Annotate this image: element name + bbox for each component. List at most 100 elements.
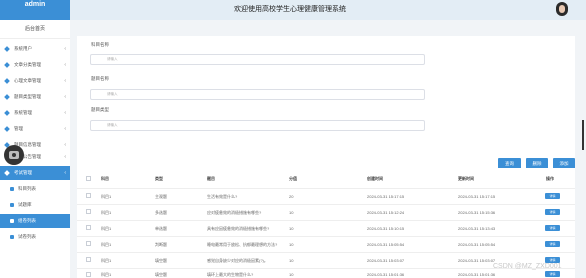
data-table: 科目 类型 题目 分值 创建时间 更新时间 操作 科目1 主观题 生活有效是什么… (77, 168, 575, 278)
sidebar-item-question-types[interactable]: 题目类型管理 ‹ (0, 90, 70, 104)
sidebar-item-label: 题目类型管理 (14, 94, 41, 99)
cell-type: 单选题 (155, 226, 167, 231)
chevron-down-icon: ‹ (64, 110, 66, 116)
cell-subject: 科目1 (101, 194, 112, 199)
cell-created: 2024-03-31 15:01:36 (367, 272, 405, 277)
sidebar-item-system-management[interactable]: 系统管理 ‹ (0, 106, 70, 120)
sidebar-item-system-users[interactable]: 系统用户 ‹ (0, 42, 70, 56)
list-icon (10, 203, 14, 207)
sidebar-item-label: 心理文章管理 (14, 78, 41, 83)
divider (77, 220, 575, 221)
cell-type: 填空题 (155, 258, 167, 263)
sidebar-subitem-label: 试卷列表 (18, 234, 36, 239)
sidebar-home[interactable]: 后台首页 (0, 20, 70, 39)
subject-input[interactable]: 请输入 (90, 54, 425, 65)
sidebar-item-label: 系统管理 (14, 110, 32, 115)
cell-question: 填环上最大的生物是什么? (207, 272, 254, 277)
cell-question: 感觉自身缺少对应的消极因素(?)。 (207, 258, 268, 263)
row-checkbox[interactable] (86, 257, 91, 262)
list-icon (10, 219, 14, 223)
cell-created: 2024-03-31 15:10:15 (367, 226, 405, 231)
column-header: 题目 (207, 176, 215, 181)
chevron-down-icon: ‹ (64, 126, 66, 132)
sidebar-item-management[interactable]: 管理 ‹ (0, 122, 70, 136)
divider (77, 188, 575, 189)
cell-updated: 2024-03-31 15:03:07 (458, 258, 496, 263)
cell-updated: 2024-03-31 15:15:36 (458, 210, 496, 215)
question-type-label: 题目类型 (91, 107, 109, 112)
select-all-checkbox[interactable] (86, 176, 91, 181)
list-icon (10, 235, 14, 239)
cell-subject: 科目1 (101, 210, 112, 215)
sidebar-item-exams[interactable]: 考试管理 ‹ (0, 166, 70, 180)
sidebar-item-label: 考试管理 (14, 170, 32, 175)
cell-subject: 科目1 (101, 272, 112, 277)
divider (77, 204, 575, 205)
sidebar-item-article-categories[interactable]: 文章分类管理 ‹ (0, 58, 70, 72)
row-checkbox[interactable] (86, 209, 91, 214)
details-button[interactable]: 详情 (545, 193, 560, 199)
cell-updated: 2024-03-31 15:05:54 (458, 242, 496, 247)
watermark: CSDN @MZ_ZXD001 (493, 263, 562, 270)
search-panel: 科目名称 请输入 题目名称 请输入 题目类型 请输入 查询 删除 添加 (77, 36, 575, 176)
chevron-down-icon: ‹ (64, 46, 66, 52)
scrollbar[interactable] (582, 120, 584, 150)
diamond-icon (4, 78, 10, 84)
cell-type: 判断题 (155, 242, 167, 247)
column-header: 更新时间 (458, 176, 474, 181)
chevron-down-icon: ‹ (64, 154, 66, 160)
camera-icon[interactable] (4, 145, 24, 165)
sidebar-item-label: 系统用户 (14, 46, 32, 51)
chevron-down-icon: ‹ (64, 94, 66, 100)
cell-updated: 2024-03-31 15:01:36 (458, 272, 496, 277)
row-checkbox[interactable] (86, 225, 91, 230)
cell-type: 主观题 (155, 194, 167, 199)
sidebar-item-articles[interactable]: 心理文章管理 ‹ (0, 74, 70, 88)
column-header: 操作 (546, 176, 554, 181)
list-icon (10, 187, 14, 191)
cell-type: 多选题 (155, 210, 167, 215)
column-header: 分值 (289, 176, 297, 181)
cell-subject: 科目1 (101, 258, 112, 263)
sidebar-subitem-papers[interactable]: 试卷列表 (0, 230, 70, 244)
details-button[interactable]: 详情 (545, 241, 560, 247)
sidebar-item-label: 文章分类管理 (14, 62, 41, 67)
cell-created: 2024-03-31 15:03:07 (367, 258, 405, 263)
cell-created: 2024-03-31 15:05:54 (367, 242, 405, 247)
cell-question: 应对疲惫效的消极措施有哪些? (207, 210, 262, 215)
row-checkbox[interactable] (86, 241, 91, 246)
details-button[interactable]: 详情 (545, 271, 560, 277)
cell-created: 2024-03-31 15:17:15 (367, 194, 405, 199)
brand-area: admin (0, 0, 70, 20)
cell-score: 10 (289, 258, 294, 263)
question-type-input[interactable]: 请输入 (90, 120, 425, 131)
brand-logo: admin (24, 1, 46, 8)
row-checkbox[interactable] (86, 272, 91, 277)
details-button[interactable]: 详情 (545, 225, 560, 231)
diamond-icon (4, 170, 10, 176)
cell-question: 睡电最常用于放松、抗郁最理想的方法? (207, 242, 278, 247)
cell-question: 生活有效是什么? (207, 194, 238, 199)
diamond-icon (4, 62, 10, 68)
sidebar-subitem-subjects[interactable]: 科目列表 (0, 182, 70, 196)
cell-created: 2024-03-31 15:12:24 (367, 210, 405, 215)
subject-label: 科目名称 (91, 42, 109, 47)
top-bar: admin 欢迎使用高校学生心理健康管理系统 (0, 0, 586, 20)
cell-type: 填空题 (155, 272, 167, 277)
details-button[interactable]: 详情 (545, 209, 560, 215)
sidebar-subitem-question-bank[interactable]: 试题库 (0, 198, 70, 212)
main-content: 科目名称 请输入 题目名称 请输入 题目类型 请输入 查询 删除 添加 科目 类… (70, 20, 586, 278)
column-header: 创建时间 (367, 176, 383, 181)
sidebar-subitem-paper-assembly[interactable]: 组卷列表 (0, 214, 70, 228)
divider (77, 252, 575, 253)
cell-score: 10 (289, 272, 294, 277)
cell-subject: 科目1 (101, 242, 112, 247)
question-name-input[interactable]: 请输入 (90, 89, 425, 100)
chevron-down-icon: ‹ (64, 62, 66, 68)
avatar[interactable] (556, 2, 568, 16)
cell-question: 具有应因疲惫效的消极措施有哪些? (207, 226, 270, 231)
cell-subject: 科目1 (101, 226, 112, 231)
cell-updated: 2024-03-31 15:13:43 (458, 226, 496, 231)
row-checkbox[interactable] (86, 193, 91, 198)
column-header: 类型 (155, 176, 163, 181)
